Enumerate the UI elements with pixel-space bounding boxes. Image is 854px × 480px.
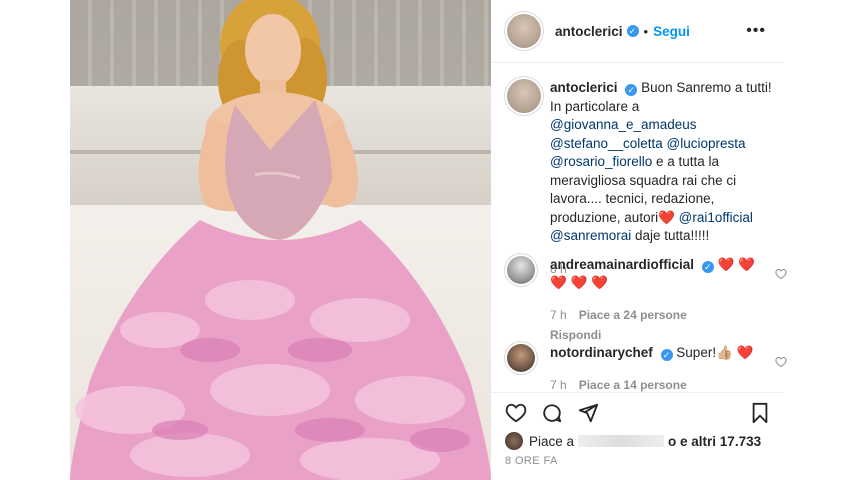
post-time-ago[interactable]: 8 ORE FA bbox=[505, 455, 558, 467]
comment-time[interactable]: 7 h bbox=[550, 378, 567, 392]
heart-icon[interactable] bbox=[505, 402, 527, 424]
share-icon[interactable] bbox=[577, 402, 599, 424]
bookmark-icon[interactable] bbox=[749, 402, 771, 424]
avatar[interactable] bbox=[507, 14, 541, 48]
mention-link[interactable]: @luciopresta bbox=[667, 136, 746, 151]
mention-link[interactable]: @sanremorai bbox=[550, 228, 631, 243]
liker-avatar bbox=[505, 432, 523, 450]
separator-dot: • bbox=[643, 23, 649, 39]
divider bbox=[491, 392, 784, 393]
heart-emoji: ❤️ bbox=[658, 209, 675, 225]
verified-icon: ✓ bbox=[626, 25, 639, 37]
more-options-icon[interactable]: ••• bbox=[746, 22, 766, 40]
commenter-avatar[interactable] bbox=[507, 344, 535, 372]
post-actions bbox=[505, 402, 771, 426]
comment-heart-icon[interactable] bbox=[775, 268, 787, 280]
commenter-avatar[interactable] bbox=[507, 256, 535, 284]
mention-link[interactable]: @stefano__coletta bbox=[550, 136, 663, 151]
mention-link[interactable]: @giovanna_e_amadeus bbox=[550, 117, 697, 132]
verified-icon: ✓ bbox=[701, 261, 714, 273]
comment-item: notordinarychef ✓ Super!👍🏼 ❤️ 7 h Piace a… bbox=[507, 344, 787, 394]
comment-likes[interactable]: Piace a 14 persone bbox=[579, 378, 687, 392]
verified-icon: ✓ bbox=[660, 349, 673, 361]
hidden-username-blur bbox=[578, 435, 665, 447]
post-caption: antoclerici ✓ Buon Sanremo a tutti! In p… bbox=[507, 79, 773, 278]
username-link[interactable]: antoclerici bbox=[555, 24, 623, 39]
comment-username[interactable]: notordinarychef bbox=[550, 345, 653, 360]
caption-text: antoclerici ✓ Buon Sanremo a tutti! In p… bbox=[550, 79, 773, 278]
comment-username[interactable]: andreamainardiofficial bbox=[550, 257, 694, 272]
mention-link[interactable]: @rosario_fiorello bbox=[550, 154, 652, 169]
comment-likes[interactable]: Piace a 24 persone bbox=[579, 308, 687, 322]
caption-avatar[interactable] bbox=[507, 79, 541, 113]
follow-button[interactable]: Segui bbox=[653, 24, 690, 39]
comment-icon[interactable] bbox=[541, 402, 563, 424]
photo-figure bbox=[70, 0, 491, 480]
caption-username[interactable]: antoclerici bbox=[550, 80, 618, 95]
post-image[interactable] bbox=[70, 0, 491, 480]
comment-text: Super!👍🏼 ❤️ bbox=[676, 345, 754, 360]
post-side-panel: antoclerici ✓ • Segui ••• antoclerici ✓ … bbox=[491, 0, 787, 480]
comment-item: andreamainardiofficial ✓ ❤️ ❤️ ❤️ ❤️ ❤️ … bbox=[507, 256, 787, 344]
comment-meta: 7 h Piace a 24 persone bbox=[550, 306, 773, 324]
likes-summary[interactable]: Piace a o e altri 17.733 bbox=[505, 432, 761, 450]
comment-heart-icon[interactable] bbox=[775, 356, 787, 368]
post-header: antoclerici ✓ • Segui ••• bbox=[491, 0, 784, 63]
reply-button[interactable]: Rispondi bbox=[550, 326, 773, 344]
mention-link[interactable]: @rai1official bbox=[679, 210, 753, 225]
verified-icon: ✓ bbox=[625, 84, 638, 96]
comment-time[interactable]: 7 h bbox=[550, 308, 567, 322]
